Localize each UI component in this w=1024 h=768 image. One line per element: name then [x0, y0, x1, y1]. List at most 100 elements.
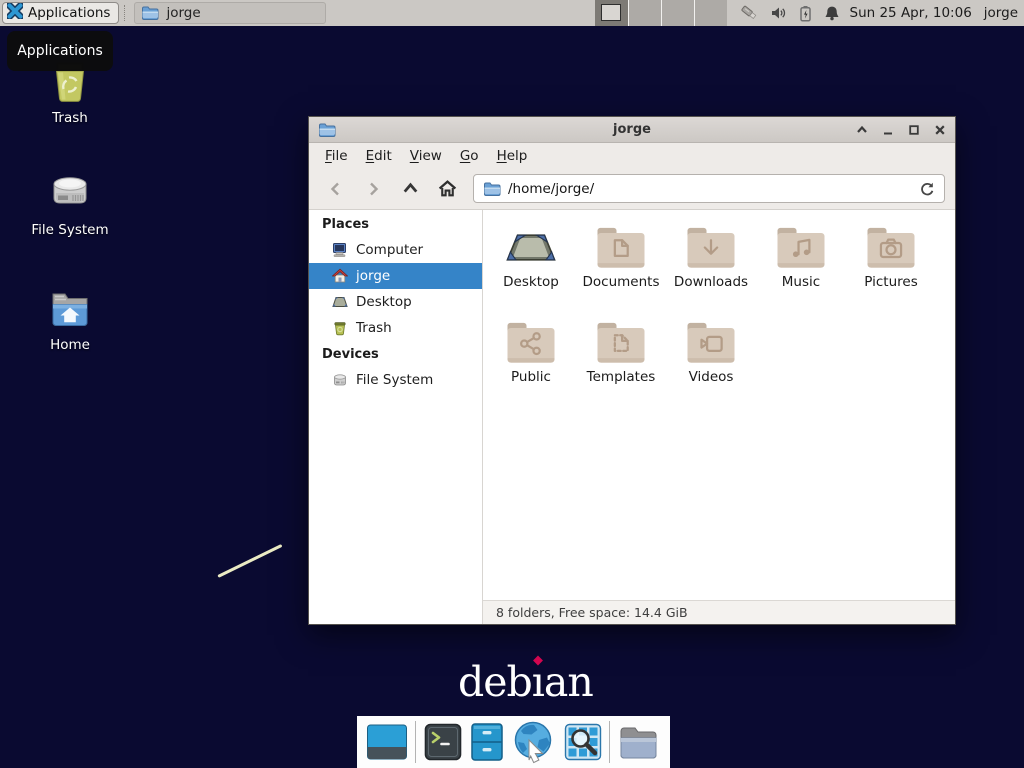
- minimize-button[interactable]: [881, 123, 894, 136]
- desktop-icon-label: Home: [25, 337, 115, 353]
- workspace-3[interactable]: [661, 0, 694, 26]
- home-button[interactable]: [430, 174, 464, 204]
- computer-icon: [332, 242, 348, 258]
- battery-icon[interactable]: [798, 5, 813, 22]
- status-text: 8 folders, Free space: 14.4 GiB: [496, 605, 688, 620]
- clock[interactable]: Sun 25 Apr, 10:06: [850, 5, 972, 21]
- sidebar-item-file-system[interactable]: File System: [309, 367, 482, 393]
- sidebar-item-label: Trash: [356, 320, 392, 336]
- applications-tooltip: Applications: [7, 31, 113, 71]
- location-bar[interactable]: /home/jorge/: [473, 174, 945, 203]
- workspace-4[interactable]: [694, 0, 727, 26]
- dock-web-browser-icon[interactable]: [511, 720, 557, 764]
- dock-separator: [415, 721, 416, 763]
- sidebar-header-devices: Devices: [309, 341, 482, 367]
- up-button[interactable]: [393, 174, 427, 204]
- status-bar: 8 folders, Free space: 14.4 GiB: [483, 600, 955, 624]
- removable-media-icon[interactable]: [741, 5, 759, 22]
- back-button[interactable]: [319, 174, 353, 204]
- sidebar-item-label: Desktop: [356, 294, 412, 310]
- videos-folder-icon: [667, 319, 755, 366]
- workspace-window-preview: [601, 4, 621, 21]
- file-item-label: Public: [487, 369, 575, 385]
- dock-folder-icon[interactable]: [617, 722, 661, 762]
- home-icon: [332, 268, 348, 284]
- file-item-label: Downloads: [667, 274, 755, 290]
- file-item-pictures[interactable]: Pictures: [847, 224, 935, 319]
- shade-button[interactable]: [855, 123, 868, 136]
- file-item-label: Videos: [667, 369, 755, 385]
- pictures-folder-icon: [847, 224, 935, 271]
- xfce-logo-icon: [7, 3, 23, 23]
- file-item-music[interactable]: Music: [757, 224, 845, 319]
- notifications-icon[interactable]: [824, 5, 840, 21]
- menu-view[interactable]: View: [401, 146, 451, 166]
- dock: [357, 716, 670, 768]
- trash-icon: [332, 320, 348, 336]
- dock-terminal-icon[interactable]: [423, 722, 463, 762]
- file-item-public[interactable]: Public: [487, 319, 575, 414]
- sidebar-item-desktop[interactable]: Desktop: [309, 289, 482, 315]
- file-item-templates[interactable]: Templates: [577, 319, 665, 414]
- desktop-pad-icon: [487, 224, 575, 271]
- dock-file-cabinet-icon[interactable]: [470, 722, 504, 762]
- desktop-icon-label: File System: [25, 222, 115, 238]
- menu-help[interactable]: Help: [488, 146, 537, 166]
- menu-go[interactable]: Go: [451, 146, 488, 166]
- sidebar-item-jorge[interactable]: jorge: [309, 263, 482, 289]
- desktop-rubber-band-line: [217, 544, 282, 578]
- window-titlebar[interactable]: jorge: [309, 117, 955, 143]
- file-item-documents[interactable]: Documents: [577, 224, 665, 319]
- panel-separator-handle: [124, 5, 131, 21]
- dock-show-desktop-icon[interactable]: [366, 722, 408, 762]
- taskbar-window-button[interactable]: jorge: [134, 2, 326, 24]
- workspace-1[interactable]: [595, 0, 628, 26]
- sidebar-header-places: Places: [309, 211, 482, 237]
- forward-button[interactable]: [356, 174, 390, 204]
- file-item-desktop[interactable]: Desktop: [487, 224, 575, 319]
- desktop[interactable]: Applications jorge Sun 25 Apr,: [0, 0, 1024, 768]
- sidebar-item-label: jorge: [356, 268, 390, 284]
- toolbar: /home/jorge/: [309, 168, 955, 210]
- applications-label: Applications: [28, 5, 110, 21]
- folder-icon: [141, 5, 159, 21]
- close-button[interactable]: [933, 123, 946, 136]
- documents-folder-icon: [577, 224, 665, 271]
- desktop-icon-home[interactable]: Home: [25, 285, 115, 353]
- file-list[interactable]: Desktop Documents Downloads Music: [483, 210, 955, 600]
- reload-icon[interactable]: [919, 181, 935, 197]
- maximize-button[interactable]: [907, 123, 920, 136]
- workspace-switcher[interactable]: [595, 0, 727, 26]
- public-folder-icon: [487, 319, 575, 366]
- menu-bar: FileEditViewGoHelp: [309, 143, 955, 168]
- applications-button[interactable]: Applications: [2, 2, 119, 24]
- system-tray: [741, 5, 840, 22]
- sidebar-item-trash[interactable]: Trash: [309, 315, 482, 341]
- menu-file[interactable]: File: [316, 146, 357, 166]
- file-item-downloads[interactable]: Downloads: [667, 224, 755, 319]
- volume-icon[interactable]: [770, 5, 787, 21]
- desktop-icon-file-system[interactable]: File System: [25, 170, 115, 238]
- downloads-folder-icon: [667, 224, 755, 271]
- file-item-videos[interactable]: Videos: [667, 319, 755, 414]
- tooltip-text: Applications: [17, 43, 103, 59]
- desktop-icon: [332, 294, 348, 310]
- location-text: /home/jorge/: [508, 181, 594, 197]
- file-manager-window[interactable]: jorge FileEditViewGoHelp: [308, 116, 956, 625]
- drive-big-icon: [25, 170, 115, 218]
- sidebar-item-label: Computer: [356, 242, 423, 258]
- templates-folder-icon: [577, 319, 665, 366]
- folder-icon: [483, 181, 501, 197]
- workspace-2[interactable]: [628, 0, 661, 26]
- sidebar-item-computer[interactable]: Computer: [309, 237, 482, 263]
- dock-app-finder-icon[interactable]: [564, 723, 602, 761]
- sidebar-item-label: File System: [356, 372, 433, 388]
- file-item-label: Pictures: [847, 274, 935, 290]
- panel-username: jorge: [984, 5, 1018, 21]
- drive-icon: [332, 372, 348, 388]
- taskbar-window-label: jorge: [166, 5, 200, 21]
- file-item-label: Documents: [577, 274, 665, 290]
- debian-logo: debıan: [458, 658, 593, 706]
- menu-edit[interactable]: Edit: [357, 146, 401, 166]
- file-item-label: Templates: [577, 369, 665, 385]
